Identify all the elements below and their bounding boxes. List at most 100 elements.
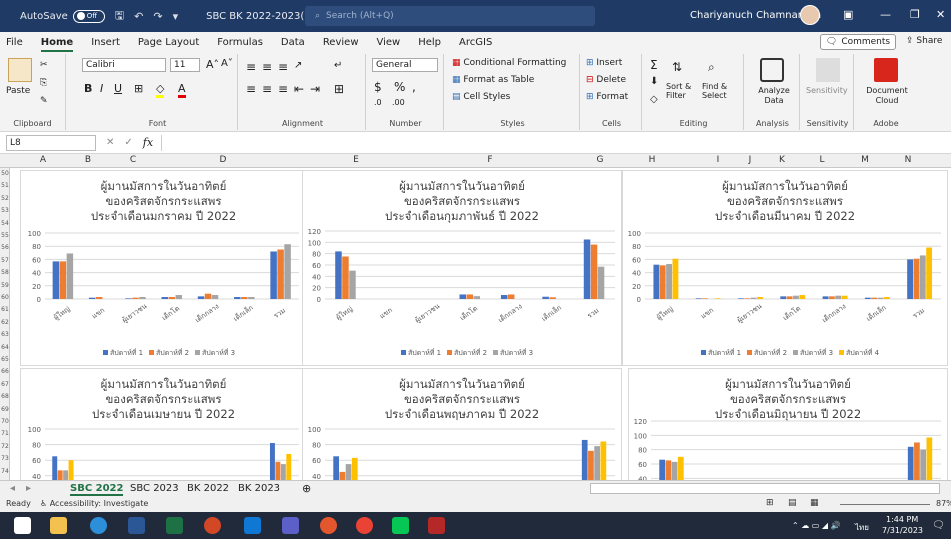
autosave-toggle[interactable]: Off (72, 9, 105, 23)
merge-center-icon[interactable]: ⊞ (334, 82, 344, 96)
decrease-decimal-icon[interactable]: .00 (392, 98, 405, 107)
row-header[interactable]: 73 (0, 455, 10, 462)
row-header[interactable]: 50 (0, 170, 10, 177)
word-icon[interactable] (128, 517, 145, 534)
minimize-icon[interactable]: — (880, 8, 891, 21)
sheet-tab-sbc-2022[interactable]: SBC 2022 (70, 483, 124, 496)
number-format-select[interactable]: General (372, 58, 438, 72)
row-header[interactable]: 62 (0, 319, 10, 326)
fill-icon[interactable]: ⬇ (650, 76, 658, 87)
row-header[interactable]: 59 (0, 282, 10, 289)
row-header[interactable]: 56 (0, 244, 10, 251)
row-header[interactable]: 63 (0, 331, 10, 338)
borders-icon[interactable]: ⊞ (134, 82, 143, 95)
redo-icon[interactable]: ↷ (153, 10, 162, 23)
zoom-level[interactable]: 87% (936, 499, 951, 508)
column-header[interactable]: I (717, 155, 720, 165)
column-header[interactable]: N (905, 155, 912, 165)
chart-june[interactable]: ผู้มานมัสการในวันอาทิตย์ ของคริสตจักรกระ… (628, 368, 948, 480)
column-header[interactable]: B (85, 155, 91, 165)
sheet-tab-sbc-2023[interactable]: SBC 2023 (130, 483, 179, 494)
chrome-profile-icon[interactable] (356, 517, 373, 534)
decrease-indent-icon[interactable]: ⇤ (294, 82, 304, 96)
column-header[interactable]: H (649, 155, 656, 165)
app-icon[interactable] (428, 517, 445, 534)
zoom-slider[interactable] (840, 504, 930, 505)
add-sheet-icon[interactable]: ⊕ (302, 482, 311, 495)
row-header[interactable]: 58 (0, 269, 10, 276)
tab-help[interactable]: Help (409, 37, 450, 48)
column-header[interactable]: G (597, 155, 604, 165)
file-explorer-icon[interactable] (50, 517, 67, 534)
column-header[interactable]: A (40, 155, 46, 165)
column-header[interactable]: M (861, 155, 869, 165)
cancel-icon[interactable]: ✕ (106, 137, 114, 148)
comments-button[interactable]: 🗨 Comments (820, 34, 896, 50)
paste-label[interactable]: Paste (6, 86, 30, 96)
column-header[interactable]: F (487, 155, 492, 165)
column-header[interactable]: C (130, 155, 136, 165)
tab-arcgis[interactable]: ArcGIS (450, 37, 501, 48)
excel-icon[interactable] (166, 517, 183, 534)
row-header[interactable]: 65 (0, 356, 10, 363)
input-language[interactable]: ไทย (855, 521, 869, 534)
orientation-icon[interactable]: ↗ (294, 60, 302, 71)
page-break-view-icon[interactable]: ▦ (810, 498, 819, 508)
decrease-font-icon[interactable]: A˅ (221, 58, 233, 69)
italic-icon[interactable]: I (100, 82, 103, 95)
analyze-data-icon[interactable] (760, 58, 784, 82)
conditional-formatting-button[interactable]: ▦ Conditional Formatting (452, 58, 566, 68)
share-button[interactable]: ⇪ Share (906, 36, 942, 46)
align-right-icon[interactable]: ≡ (278, 82, 288, 96)
column-header[interactable]: L (819, 155, 824, 165)
tab-insert[interactable]: Insert (82, 37, 129, 48)
chart-may[interactable]: ผู้มานมัสการในวันอาทิตย์ ของคริสตจักรกระ… (302, 368, 622, 480)
chart-february[interactable]: ผู้มานมัสการในวันอาทิตย์ ของคริสตจักรกระ… (302, 170, 622, 366)
bold-icon[interactable]: B (84, 82, 92, 95)
row-header[interactable]: 64 (0, 344, 10, 351)
paste-icon[interactable] (8, 58, 32, 82)
font-color-icon[interactable]: A (178, 82, 186, 98)
customize-qat-icon[interactable]: ▾ (173, 10, 179, 23)
chart-april[interactable]: ผู้มานมัสการในวันอาทิตย์ ของคริสตจักรกระ… (20, 368, 307, 480)
row-header[interactable]: 70 (0, 418, 10, 425)
cell-styles-button[interactable]: ▤ Cell Styles (452, 92, 510, 102)
document-cloud-label[interactable]: Document Cloud (860, 86, 914, 106)
autosum-icon[interactable]: Σ (650, 58, 658, 72)
top-align-icon[interactable]: ≡ (246, 60, 256, 74)
tray-icons[interactable]: ⌃ ☁ ▭ ◢ 🔊 (792, 521, 841, 530)
avatar[interactable] (800, 5, 820, 25)
accessibility-status[interactable]: ♿ Accessibility: Investigate (40, 499, 148, 508)
middle-align-icon[interactable]: ≡ (262, 60, 272, 74)
row-header[interactable]: 72 (0, 443, 10, 450)
find-select-icon[interactable]: ⌕ (708, 60, 715, 75)
row-header[interactable]: 67 (0, 381, 10, 388)
horizontal-scrollbar[interactable] (590, 483, 940, 494)
ribbon-display-icon[interactable]: ▣ (843, 8, 853, 21)
row-header[interactable]: 71 (0, 430, 10, 437)
page-layout-view-icon[interactable]: ▤ (788, 498, 797, 508)
row-header[interactable]: 53 (0, 207, 10, 214)
worksheet-grid[interactable]: ผู้มานมัสการในวันอาทิตย์ ของคริสตจักรกระ… (10, 168, 951, 480)
fill-color-icon[interactable]: ◇ (156, 82, 165, 98)
clear-icon[interactable]: ◇ (650, 94, 658, 105)
undo-icon[interactable]: ↶ (134, 10, 143, 23)
edge-icon[interactable] (90, 517, 107, 534)
close-icon[interactable]: ✕ (936, 8, 945, 21)
line-icon[interactable] (392, 517, 409, 534)
row-header[interactable]: 57 (0, 257, 10, 264)
analyze-data-label[interactable]: Analyze Data (752, 86, 796, 106)
column-header[interactable]: D (220, 155, 227, 165)
insert-function-icon[interactable]: fx (143, 136, 153, 149)
clock-time[interactable]: 1:44 PM (886, 515, 918, 524)
prev-sheet-icon[interactable]: ◂ (10, 483, 15, 494)
chrome-icon[interactable] (320, 517, 337, 534)
sort-filter-icon[interactable]: ⇅ (672, 60, 682, 74)
search-input[interactable]: ⌕ Search (Alt+Q) (305, 6, 595, 26)
sensitivity-icon[interactable] (816, 58, 840, 82)
adobe-pdf-icon[interactable] (874, 58, 898, 82)
sensitivity-label[interactable]: Sensitivity (806, 86, 848, 95)
bottom-align-icon[interactable]: ≡ (278, 60, 288, 74)
powerpoint-icon[interactable] (204, 517, 221, 534)
row-header[interactable]: 54 (0, 220, 10, 227)
